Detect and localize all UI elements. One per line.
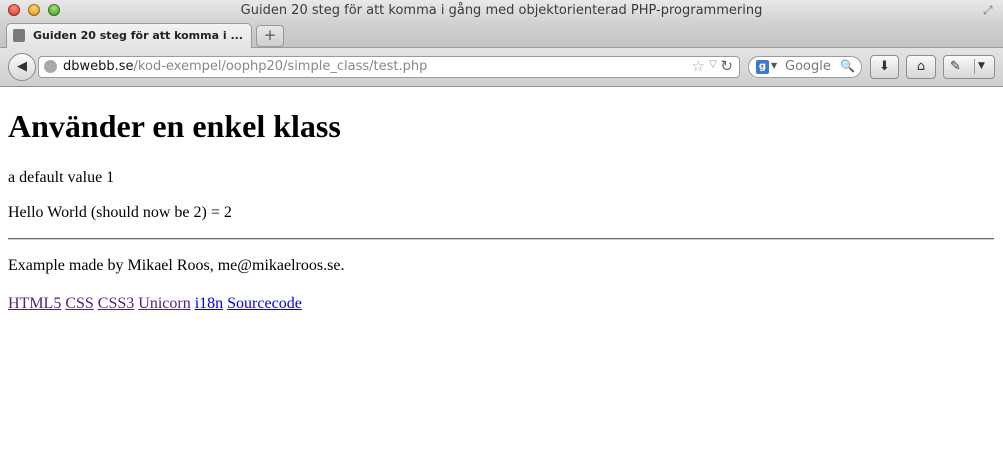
address-bar[interactable]: dbwebb.se/kod-exempel/oophp20/simple_cla… <box>38 56 740 78</box>
output-line-1: a default value 1 <box>8 169 115 186</box>
footer-links: HTML5 CSS CSS3 Unicorn i18n Sourcecode <box>8 294 302 314</box>
search-bar[interactable]: g ▼ Google 🔍 <box>748 56 862 78</box>
new-tab-button[interactable]: + <box>256 25 284 47</box>
url-host: dbwebb.se <box>63 59 134 74</box>
back-arrow-icon: ◀ <box>17 59 27 74</box>
eyedropper-icon: ✎ <box>950 59 961 74</box>
link-i18n[interactable]: i18n <box>195 295 223 312</box>
footer-text: Example made by Mikael Roos, me@mikaelro… <box>8 257 345 274</box>
link-html5[interactable]: HTML5 <box>8 295 61 312</box>
window-title: Guiden 20 steg för att komma i gång med … <box>240 3 763 18</box>
url-text[interactable]: dbwebb.se/kod-exempel/oophp20/simple_cla… <box>63 59 427 74</box>
url-path: /kod-exempel/oophp20/simple_class/test.p… <box>133 59 428 74</box>
globe-icon <box>44 60 57 73</box>
reload-icon[interactable]: ↻ <box>720 57 733 75</box>
history-dropdown-icon[interactable]: ▽ <box>709 59 717 70</box>
link-unicorn[interactable]: Unicorn <box>138 295 190 312</box>
bookmark-star-icon[interactable]: ☆ <box>692 57 705 75</box>
fullscreen-icon[interactable]: ⤢ <box>983 3 997 17</box>
link-css3[interactable]: CSS3 <box>98 295 134 312</box>
back-button[interactable]: ◀ <box>8 53 36 81</box>
browser-window: Guiden 20 steg för att komma i gång med … <box>0 0 1003 458</box>
page-favicon-icon <box>13 29 25 42</box>
tab-active[interactable]: Guiden 20 steg för att komma i ... <box>6 23 252 48</box>
page-heading: Använder en enkel klass <box>8 108 341 144</box>
page-content: Använder en enkel klass a default value … <box>0 87 1003 458</box>
developer-tools-button[interactable]: ✎ ▼ <box>943 55 995 79</box>
search-engine-dropdown-icon[interactable]: ▼ <box>771 61 777 70</box>
home-button[interactable]: ⌂ <box>906 55 936 79</box>
search-icon[interactable]: 🔍 <box>840 59 855 73</box>
downloads-button[interactable]: ⬇ <box>870 55 899 79</box>
tab-strip: Guiden 20 steg för att komma i ... + <box>0 22 1003 48</box>
search-input[interactable]: Google <box>785 59 831 74</box>
title-bar: Guiden 20 steg för att komma i gång med … <box>0 0 1003 22</box>
download-arrow-icon: ⬇ <box>879 59 890 74</box>
home-icon: ⌂ <box>916 59 926 74</box>
tab-label: Guiden 20 steg för att komma i ... <box>33 29 243 42</box>
navigation-bar: ◀ dbwebb.se/kod-exempel/oophp20/simple_c… <box>0 48 1003 87</box>
horizontal-rule <box>8 238 994 240</box>
link-css[interactable]: CSS <box>65 295 93 312</box>
output-line-2: Hello World (should now be 2) = 2 <box>8 204 232 221</box>
google-search-engine-icon[interactable]: g <box>756 60 769 74</box>
link-sourcecode[interactable]: Sourcecode <box>227 295 302 312</box>
button-separator <box>974 59 975 74</box>
chevron-down-icon[interactable]: ▼ <box>978 56 985 77</box>
